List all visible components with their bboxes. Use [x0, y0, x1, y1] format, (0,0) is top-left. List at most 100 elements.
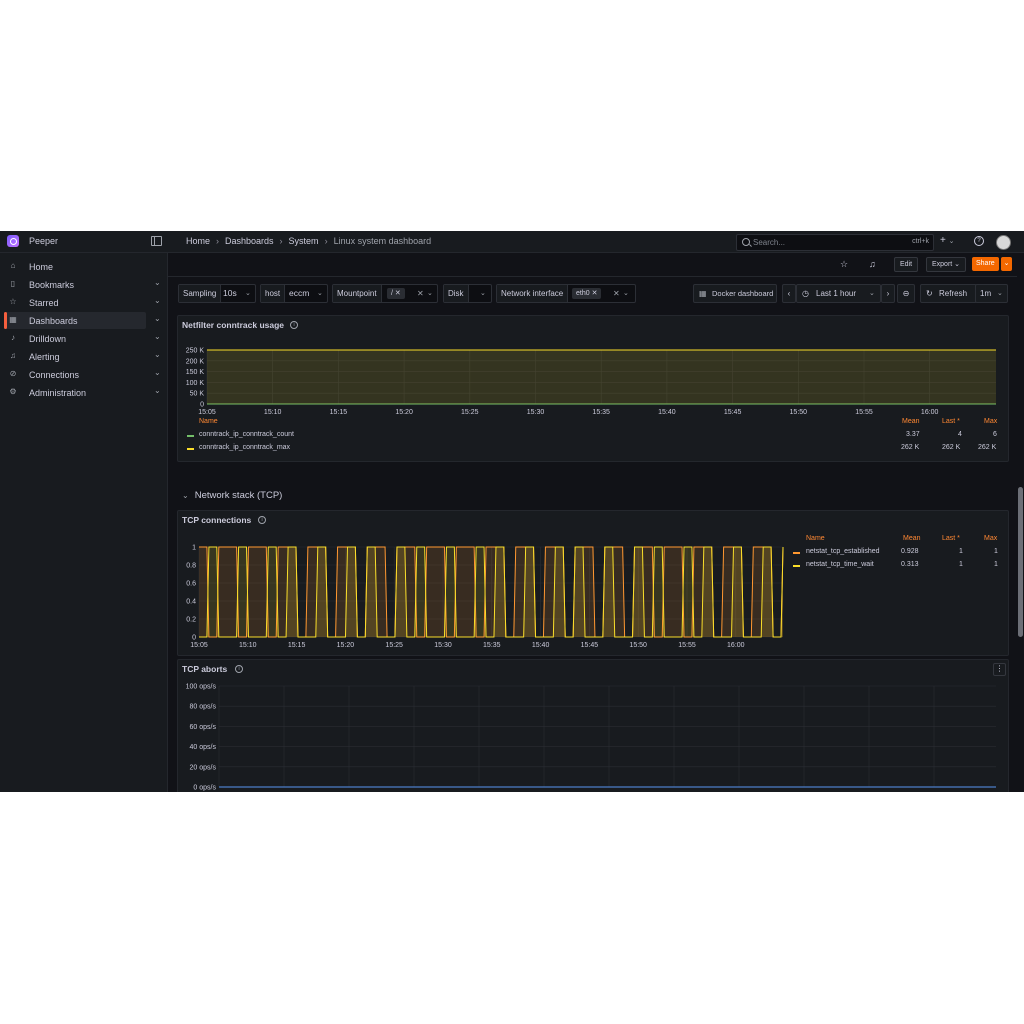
- docker-dashboard-link[interactable]: ▦ Docker dashboard: [693, 284, 777, 303]
- network-interface-chip[interactable]: eth0 ✕: [572, 288, 602, 299]
- legend-swatch: [793, 565, 800, 567]
- star-icon[interactable]: ☆: [840, 259, 848, 270]
- refresh-label: Refresh: [939, 289, 968, 298]
- dashboard-main: ☆ ♫ Edit Export ⌄ Share ⌄ Sampling 10s ⌄…: [168, 253, 1017, 792]
- legend-header-name[interactable]: Name: [199, 418, 218, 425]
- bookmark-icon: ▯: [10, 279, 16, 288]
- chevron-down-icon[interactable]: ⌄: [154, 350, 161, 359]
- chevron-down-icon[interactable]: ⌄: [154, 278, 161, 287]
- chevron-down-icon[interactable]: ⌄: [154, 332, 161, 341]
- legend-series-name[interactable]: conntrack_ip_conntrack_max: [199, 444, 290, 451]
- x-tick-label: 15:45: [724, 409, 742, 416]
- refresh-interval-picker[interactable]: 1m ⌄: [975, 284, 1008, 303]
- sidebar-item-home[interactable]: ⌂ Home: [4, 258, 146, 275]
- chevron-down-icon[interactable]: ⌄: [154, 368, 161, 377]
- x-tick-label: 15:35: [592, 409, 610, 416]
- legend-header-name[interactable]: Name: [806, 535, 825, 542]
- time-range-picker[interactable]: ◷ Last 1 hour ⌄: [796, 284, 881, 303]
- share-dropdown-button[interactable]: ⌄: [1001, 257, 1012, 271]
- row-network-stack-tcp[interactable]: ⌄ Network stack (TCP): [182, 490, 282, 501]
- chevron-down-icon: ⌄: [182, 491, 189, 500]
- network-interface-value: eth0: [576, 290, 590, 297]
- zoom-out-icon[interactable]: ⊖: [897, 284, 915, 303]
- sidebar-item-connections[interactable]: ⊘ Connections ⌄: [4, 366, 161, 383]
- x-tick-label: 15:45: [581, 642, 599, 649]
- chevron-down-icon[interactable]: ⌄: [154, 296, 161, 305]
- legend-last: 1: [959, 561, 963, 568]
- y-tick-label: 0: [200, 402, 204, 409]
- sidebar-item-alerting[interactable]: ♫ Alerting ⌄: [4, 348, 161, 365]
- gear-icon: ⚙: [9, 387, 17, 396]
- sidebar-item-bookmarks[interactable]: ▯ Bookmarks ⌄: [4, 276, 161, 293]
- bell-icon[interactable]: ♫: [869, 259, 876, 269]
- help-icon[interactable]: ?: [974, 236, 984, 246]
- x-tick-label: 15:15: [330, 409, 348, 416]
- refresh-button[interactable]: ↻ Refresh: [920, 284, 977, 303]
- chevron-right-icon: ›: [324, 236, 328, 246]
- clear-icon[interactable]: ✕: [613, 285, 620, 302]
- breadcrumb-dashboards[interactable]: Dashboards: [225, 236, 274, 246]
- app-logo-icon[interactable]: [7, 235, 19, 247]
- time-range-label: Last 1 hour: [816, 289, 857, 298]
- x-tick-label: 15:40: [658, 409, 676, 416]
- legend-header-mean[interactable]: Mean: [902, 418, 920, 425]
- legend-series-name[interactable]: netstat_tcp_time_wait: [806, 561, 874, 568]
- edit-button[interactable]: Edit: [894, 257, 919, 272]
- legend-last: 4: [958, 431, 962, 438]
- network-interface-variable[interactable]: Network interface eth0 ✕ ✕ ⌄: [496, 284, 636, 303]
- x-tick-label: 15:50: [629, 642, 647, 649]
- breadcrumb-home[interactable]: Home: [186, 236, 210, 246]
- sidebar-item-label: Administration: [29, 388, 87, 398]
- scrollbar-thumb[interactable]: [1018, 487, 1023, 637]
- legend-swatch: [793, 552, 800, 554]
- search-icon: [742, 238, 750, 246]
- legend-series-name[interactable]: netstat_tcp_established: [806, 548, 880, 555]
- chevron-down-icon[interactable]: ⌄: [154, 386, 161, 395]
- y-tick-label: 40 ops/s: [190, 744, 217, 751]
- docker-dashboard-label: Docker dashboard: [712, 289, 774, 298]
- mountpoint-variable[interactable]: Mountpoint / ✕ ✕ ⌄: [332, 284, 438, 303]
- sampling-value: 10s: [223, 288, 237, 298]
- search-input[interactable]: Search... ctrl+k: [736, 234, 934, 251]
- chevron-down-icon: ⌄: [427, 290, 433, 297]
- legend-header-max[interactable]: Max: [984, 418, 997, 425]
- y-tick-label: 20 ops/s: [190, 764, 217, 771]
- legend-max: 1: [994, 548, 998, 555]
- share-button[interactable]: Share: [972, 257, 999, 271]
- refresh-interval-value: 1m: [980, 289, 992, 298]
- sampling-variable[interactable]: Sampling 10s ⌄: [178, 284, 256, 303]
- x-tick-label: 15:55: [678, 642, 696, 649]
- export-button[interactable]: Export ⌄: [926, 257, 967, 272]
- legend-header-last[interactable]: Last *: [942, 535, 960, 542]
- sidebar-item-starred[interactable]: ☆ Starred ⌄: [4, 294, 160, 311]
- sidebar-item-dashboards[interactable]: ▦ Dashboards ⌄: [4, 312, 161, 329]
- breadcrumb-system[interactable]: System: [289, 236, 319, 246]
- time-forward-button[interactable]: ›: [881, 284, 895, 303]
- x-tick-label: 15:50: [790, 409, 808, 416]
- x-tick-label: 15:10: [239, 642, 257, 649]
- sidebar-item-administration[interactable]: ⚙ Administration ⌄: [4, 384, 160, 401]
- legend-header-last[interactable]: Last *: [942, 418, 960, 425]
- link-icon: ⊘: [9, 369, 17, 378]
- microphone-icon: ♪: [11, 333, 15, 342]
- breadcrumb-current: Linux system dashboard: [333, 236, 432, 246]
- sidebar-item-drilldown[interactable]: ♪ Drilldown ⌄: [4, 330, 161, 347]
- time-back-button[interactable]: ‹: [782, 284, 796, 303]
- add-new-button[interactable]: + ⌄: [940, 235, 955, 246]
- host-variable[interactable]: host eccm ⌄: [260, 284, 328, 303]
- disk-variable[interactable]: Disk ⌄: [443, 284, 492, 303]
- chevron-down-icon[interactable]: ⌄: [154, 314, 161, 323]
- network-interface-label: Network interface: [497, 285, 569, 302]
- sidebar: ⌂ Home ▯ Bookmarks ⌄ ☆ Starred ⌄ ▦ Dashb…: [0, 253, 168, 792]
- avatar[interactable]: [996, 235, 1011, 250]
- legend-header-max[interactable]: Max: [984, 535, 997, 542]
- clear-icon[interactable]: ✕: [417, 285, 424, 302]
- y-tick-label: 250 K: [186, 348, 205, 355]
- dock-menu-icon[interactable]: [151, 236, 162, 246]
- y-tick-label: 100 ops/s: [186, 684, 217, 691]
- panel-netfilter-conntrack: Netfilter conntrack usage i 0 50 K 100 K 15…: [177, 315, 1009, 462]
- legend-header-mean[interactable]: Mean: [903, 535, 921, 542]
- legend-series-name[interactable]: conntrack_ip_conntrack_count: [199, 431, 294, 438]
- row-title-label: Network stack (TCP): [194, 490, 283, 501]
- mountpoint-chip[interactable]: / ✕: [387, 288, 405, 299]
